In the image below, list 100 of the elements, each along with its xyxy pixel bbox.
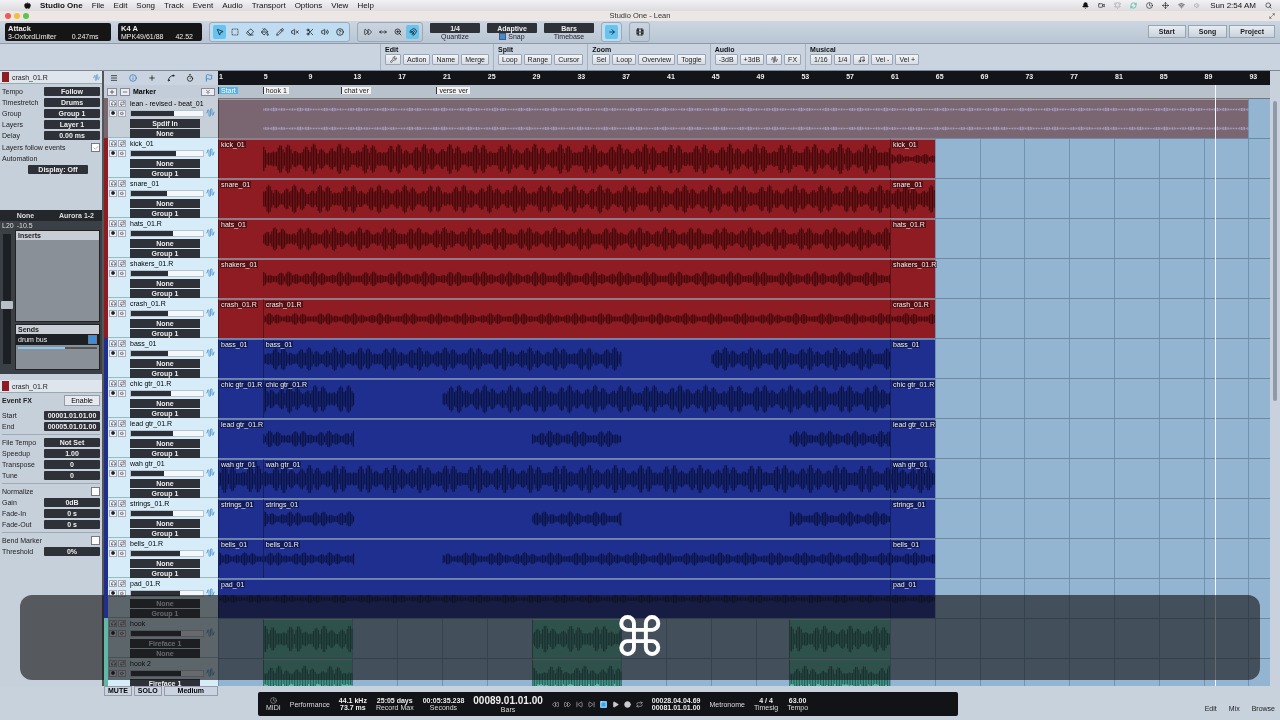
menu-item[interactable]: Transport bbox=[251, 0, 286, 10]
volume-fader[interactable] bbox=[130, 550, 204, 558]
record-button[interactable] bbox=[109, 309, 117, 317]
record-icon bbox=[111, 391, 115, 396]
property-checkbox[interactable] bbox=[91, 487, 100, 497]
wifi-icon[interactable] bbox=[1178, 1, 1186, 9]
menu-icon[interactable] bbox=[109, 74, 118, 83]
skip-back-button[interactable] bbox=[575, 700, 583, 708]
monitor-button[interactable] bbox=[109, 619, 117, 627]
volume-fader[interactable] bbox=[130, 470, 204, 478]
speaker-icon bbox=[119, 550, 125, 556]
speaker-icon bbox=[119, 150, 125, 156]
volume-fader[interactable] bbox=[130, 350, 204, 358]
speaker-icon bbox=[119, 430, 125, 436]
menu-item[interactable]: Edit bbox=[113, 0, 128, 10]
fullscreen-icon[interactable] bbox=[1269, 12, 1275, 19]
automation-icon[interactable] bbox=[166, 74, 175, 83]
arrow-button[interactable] bbox=[605, 24, 618, 39]
record-button[interactable] bbox=[109, 509, 117, 517]
record-button[interactable] bbox=[109, 469, 117, 477]
volume-fader[interactable] bbox=[130, 310, 204, 318]
record-button[interactable] bbox=[109, 149, 117, 157]
volume-fader[interactable] bbox=[130, 270, 204, 278]
headphones-icon bbox=[110, 540, 116, 546]
move-icon[interactable] bbox=[1162, 1, 1170, 9]
layers-checkbox[interactable] bbox=[91, 143, 100, 153]
record-icon bbox=[111, 511, 115, 516]
send-level[interactable] bbox=[18, 347, 97, 350]
snap-checkbox[interactable] bbox=[499, 33, 507, 41]
menu-item[interactable]: File bbox=[91, 0, 105, 10]
search-icon[interactable] bbox=[1265, 1, 1272, 9]
play-button[interactable] bbox=[611, 700, 619, 708]
volume-fader[interactable] bbox=[130, 190, 204, 198]
volume-fader[interactable] bbox=[130, 430, 204, 438]
menu-item[interactable]: Help bbox=[357, 0, 374, 10]
monitor-button[interactable] bbox=[109, 659, 117, 667]
app-menu[interactable]: Studio One bbox=[40, 0, 83, 10]
volume-fader[interactable] bbox=[130, 510, 204, 518]
record-button[interactable] bbox=[109, 389, 117, 397]
menu-item[interactable]: Track bbox=[164, 0, 184, 10]
bell-icon[interactable] bbox=[1082, 1, 1090, 9]
record-button[interactable] bbox=[109, 349, 117, 357]
waveform-icon bbox=[206, 428, 215, 438]
follow-button[interactable] bbox=[406, 24, 419, 39]
loop-icon bbox=[119, 340, 125, 346]
record-button[interactable] bbox=[109, 189, 117, 197]
camera-icon[interactable] bbox=[1098, 1, 1106, 9]
add-marker-button[interactable] bbox=[107, 87, 117, 96]
add-icon[interactable] bbox=[147, 74, 156, 83]
apple-icon[interactable] bbox=[24, 1, 31, 9]
channel-fader[interactable] bbox=[3, 234, 11, 365]
menu-item[interactable]: Options bbox=[294, 0, 323, 10]
speaker-button[interactable] bbox=[118, 589, 126, 597]
loop-icon bbox=[119, 660, 125, 666]
send-toggle[interactable] bbox=[88, 335, 97, 345]
rewind-button[interactable] bbox=[551, 700, 559, 708]
pointer-icon bbox=[215, 27, 224, 36]
arrow-tool[interactable] bbox=[213, 24, 226, 39]
record-button[interactable] bbox=[109, 549, 117, 557]
waveform-icon bbox=[206, 468, 215, 478]
clock-icon[interactable] bbox=[185, 74, 194, 83]
waveform-button[interactable] bbox=[766, 53, 783, 65]
skip-forward-button[interactable] bbox=[587, 700, 595, 708]
stop-button[interactable] bbox=[599, 700, 607, 708]
volume-fader[interactable] bbox=[130, 590, 204, 598]
volume-fader[interactable] bbox=[130, 150, 204, 158]
audio-event[interactable] bbox=[531, 659, 622, 687]
menu-item[interactable]: Audio bbox=[222, 0, 243, 10]
remove-marker-button[interactable] bbox=[120, 87, 130, 96]
wrench-button[interactable] bbox=[385, 53, 401, 65]
volume-fader[interactable] bbox=[130, 110, 204, 118]
record-button[interactable] bbox=[623, 700, 631, 708]
record-button[interactable] bbox=[109, 589, 117, 597]
volume-fader[interactable] bbox=[130, 390, 204, 398]
flag-icon[interactable] bbox=[204, 74, 213, 83]
close-button[interactable] bbox=[5, 12, 11, 19]
menu-item[interactable]: View bbox=[331, 0, 349, 10]
marker-menu-button[interactable] bbox=[201, 87, 215, 96]
loop-button[interactable] bbox=[635, 700, 643, 708]
menu-item[interactable]: Song bbox=[136, 0, 156, 10]
note-icon bbox=[857, 55, 865, 63]
record-icon bbox=[111, 271, 115, 276]
note-button[interactable] bbox=[853, 53, 870, 65]
property-checkbox[interactable] bbox=[91, 536, 100, 546]
menu-item[interactable]: Event bbox=[192, 0, 214, 10]
speaker-icon bbox=[119, 670, 125, 676]
loop-icon bbox=[119, 380, 125, 386]
clock-icon[interactable] bbox=[1146, 1, 1154, 9]
audio-event[interactable] bbox=[262, 659, 353, 687]
audio-event[interactable] bbox=[789, 659, 890, 687]
fast-forward-button[interactable] bbox=[563, 700, 571, 708]
record-button[interactable] bbox=[109, 229, 117, 237]
scrollbar-thumb[interactable] bbox=[1273, 101, 1277, 402]
info-icon[interactable] bbox=[128, 74, 137, 83]
record-button[interactable] bbox=[109, 109, 117, 117]
record-button[interactable] bbox=[109, 269, 117, 277]
record-button[interactable] bbox=[109, 429, 117, 437]
volume-fader[interactable] bbox=[130, 230, 204, 238]
loop-icon bbox=[119, 260, 125, 266]
speaker-icon bbox=[119, 190, 125, 196]
